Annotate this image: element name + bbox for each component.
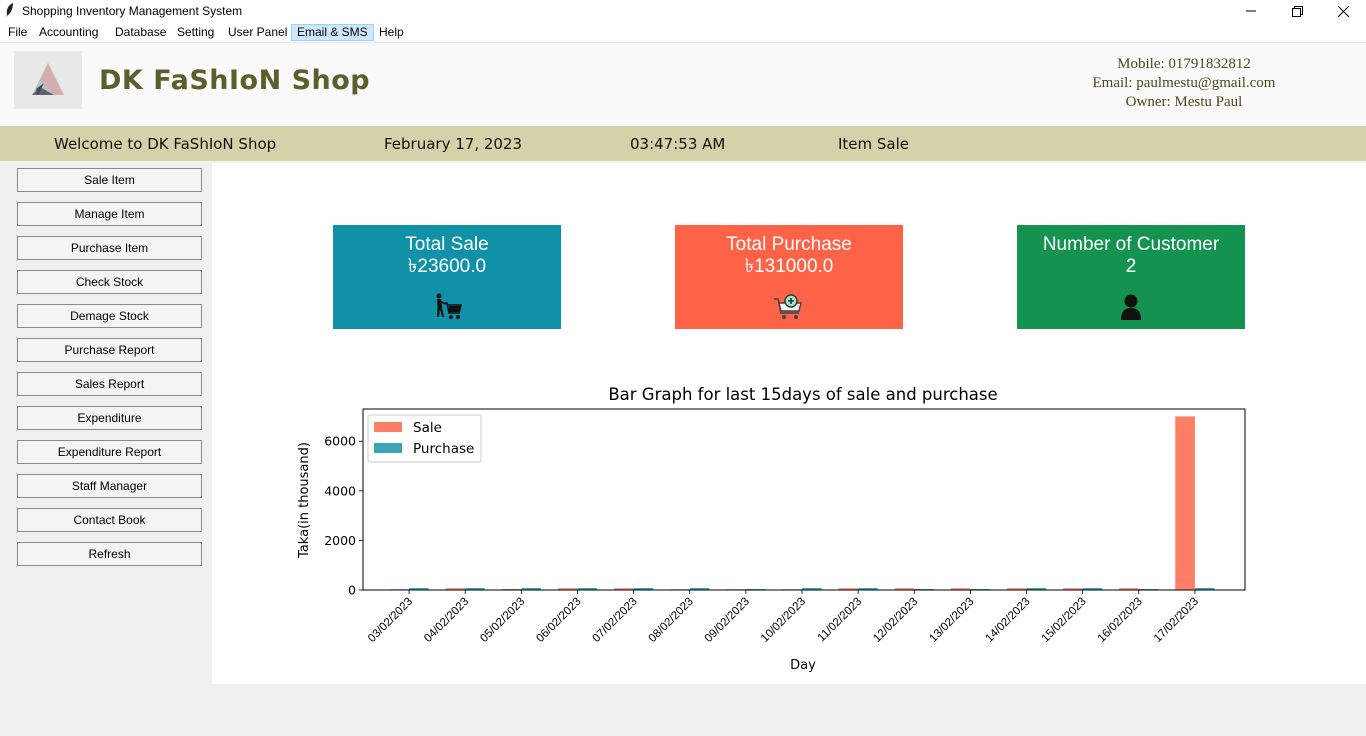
customer-count-title: Number of Customer [1042, 234, 1220, 255]
legend-swatch-purchase [374, 443, 402, 453]
chart-bar-sale [1175, 416, 1195, 590]
email-text: Email: paulmestu@gmail.com [1092, 75, 1276, 91]
chart-frame [362, 408, 1246, 591]
menu-file[interactable]: File [3, 24, 32, 41]
y-tick-label: 0 [348, 583, 356, 598]
demage-stock-button[interactable]: Demage Stock [17, 304, 202, 328]
x-tick-label: 05/02/2023 [478, 596, 527, 645]
time-text: 03:47:53 AM [630, 135, 726, 153]
sales-report-button[interactable]: Sales Report [17, 372, 202, 396]
contact-book-button[interactable]: Contact Book [17, 508, 202, 532]
sale-purchase-bar-chart: Bar Graph for last 15days of sale and pu… [297, 385, 1246, 673]
chart-y-axis-label: Taka(in thousand) [297, 442, 312, 559]
x-tick-label: 11/02/2023 [816, 596, 865, 645]
total-purchase-title: Total Purchase [726, 234, 852, 255]
menu-bar: File Accounting Database Setting User Pa… [0, 22, 1366, 43]
menu-user-panel[interactable]: User Panel [223, 24, 292, 41]
legend-label-purchase: Purchase [413, 441, 474, 457]
x-tick-label: 03/02/2023 [366, 596, 415, 645]
chart-title: Bar Graph for last 15days of sale and pu… [608, 385, 997, 404]
x-tick-label: 07/02/2023 [591, 596, 640, 645]
menu-setting[interactable]: Setting [172, 24, 219, 41]
menu-email-sms[interactable]: Email & SMS [291, 24, 374, 41]
user-icon [1121, 294, 1141, 320]
expenditure-report-button[interactable]: Expenditure Report [17, 440, 202, 464]
restore-icon [1291, 5, 1303, 17]
triangle-logo-icon [32, 63, 64, 95]
minimize-icon [1246, 10, 1256, 12]
chart-x-axis-label: Day [790, 658, 816, 673]
status-bar: Welcome to DK FaShIoN Shop February 17, … [0, 126, 1366, 161]
x-tick-label: 08/02/2023 [647, 596, 696, 645]
total-sale-card: Total Sale ৳23600.0 [333, 225, 561, 329]
staff-manager-button[interactable]: Staff Manager [17, 474, 202, 498]
mobile-text: Mobile: 01791832812 [1117, 56, 1251, 72]
purchase-item-button[interactable]: Purchase Item [17, 236, 202, 260]
customer-count-value: 2 [1125, 256, 1137, 277]
menu-help[interactable]: Help [374, 24, 409, 41]
legend-swatch-sale [374, 422, 402, 432]
chart-plot-area: 03/02/2023 04/02/2023 05/02/2023 06/02/2023… [324, 408, 1246, 645]
x-tick-label: 12/02/2023 [871, 596, 920, 645]
date-text: February 17, 2023 [384, 135, 523, 153]
owner-text: Owner: Mestu Paul [1125, 94, 1243, 110]
x-tick-label: 09/02/2023 [703, 596, 752, 645]
y-tick-label: 6000 [324, 434, 356, 449]
legend-label-sale: Sale [413, 420, 442, 436]
shop-name: DK FaShIoN Shop [99, 65, 371, 96]
total-purchase-card: Total Purchase ৳131000.0 [675, 225, 903, 329]
x-tick-label: 13/02/2023 [927, 596, 976, 645]
window-title: Shopping Inventory Management System [22, 4, 243, 18]
page-title: Item Sale [838, 135, 910, 153]
sidebar: Sale Item Manage Item Purchase Item Chec… [7, 163, 212, 684]
close-button[interactable] [1320, 0, 1366, 22]
menu-database[interactable]: Database [110, 24, 171, 41]
expenditure-button[interactable]: Expenditure [17, 406, 202, 430]
check-stock-button[interactable]: Check Stock [17, 270, 202, 294]
x-tick-label: 14/02/2023 [983, 596, 1032, 645]
purchase-report-button[interactable]: Purchase Report [17, 338, 202, 362]
y-tick-label: 4000 [324, 483, 356, 498]
shop-logo [14, 51, 82, 109]
manage-item-button[interactable]: Manage Item [17, 202, 202, 226]
y-tick-label: 2000 [324, 533, 356, 548]
total-purchase-value: ৳131000.0 [744, 256, 834, 277]
contact-info: Mobile: 01791832812 Email: paulmestu@gma… [1060, 55, 1308, 112]
welcome-text: Welcome to DK FaShIoN Shop [54, 135, 277, 153]
x-tick-label: 15/02/2023 [1040, 596, 1089, 645]
x-tick-label: 17/02/2023 [1152, 596, 1201, 645]
app-header: DK FaShIoN Shop Mobile: 01791832812 Emai… [0, 43, 1366, 126]
restore-button[interactable] [1274, 0, 1320, 22]
menu-accounting[interactable]: Accounting [34, 24, 103, 41]
minimize-button[interactable] [1228, 0, 1274, 22]
close-icon [1337, 5, 1349, 17]
refresh-button[interactable]: Refresh [17, 542, 202, 566]
customer-count-card: Number of Customer 2 [1017, 225, 1245, 329]
window-titlebar: Shopping Inventory Management System [0, 0, 1366, 22]
x-tick-label: 06/02/2023 [534, 596, 583, 645]
x-tick-label: 16/02/2023 [1096, 596, 1145, 645]
sale-item-button[interactable]: Sale Item [17, 168, 202, 192]
x-tick-label: 10/02/2023 [759, 596, 808, 645]
feather-icon [6, 3, 13, 17]
cart-plus-icon [774, 294, 802, 319]
total-sale-value: ৳23600.0 [407, 256, 487, 277]
total-sale-title: Total Sale [405, 234, 489, 255]
x-tick-label: 04/02/2023 [422, 596, 471, 645]
person-cart-icon [436, 293, 463, 319]
